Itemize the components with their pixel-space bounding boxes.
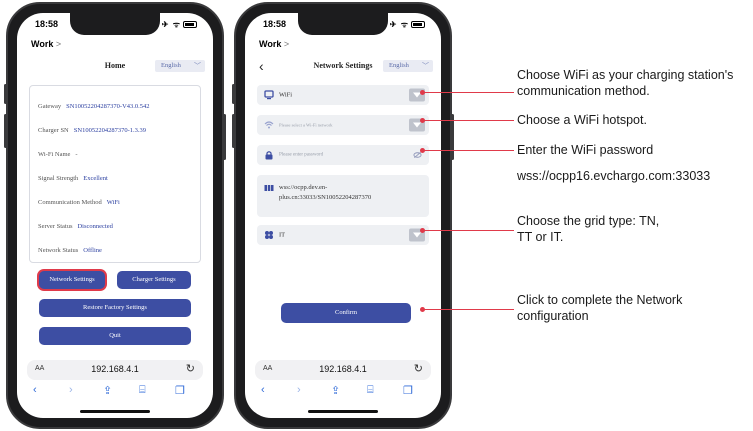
quit-button[interactable]: Quit: [39, 327, 191, 345]
home-screen: 18:58 ✈ ᯤ Work > Home English ﹀ Gateway SN…: [17, 13, 213, 418]
back-icon[interactable]: ‹: [261, 384, 265, 396]
annotation-line: [422, 92, 514, 93]
annotation-line: [422, 309, 514, 310]
wifi-network-select[interactable]: Please select a Wi-Fi network: [257, 115, 429, 135]
bookmarks-icon[interactable]: ⌸: [367, 384, 374, 397]
wifi-password-input[interactable]: Please enter password: [257, 145, 429, 165]
status-time: 18:58: [35, 19, 59, 29]
annotation-password: Enter the WiFi password: [517, 143, 654, 157]
annotation-comm-method: Choose WiFi as your charging station's c…: [517, 68, 734, 98]
comm-method-select[interactable]: WiFi: [257, 85, 429, 105]
browser-url-bar[interactable]: AA 192.168.4.1 ↻: [27, 360, 203, 380]
network-settings-button[interactable]: Network Settings: [39, 271, 105, 289]
reload-icon[interactable]: ↻: [414, 362, 423, 375]
bookmarks-icon[interactable]: ⌸: [139, 384, 146, 397]
battery-icon: [411, 21, 425, 29]
status-icons: ✈ ᯤ: [162, 19, 197, 30]
info-row-signal: Signal Strength Excellent: [38, 175, 108, 182]
server-url-field[interactable]: wss://ocpp.dev.en-plus.cn:33033/SN100522…: [257, 175, 429, 217]
breadcrumb[interactable]: Work >: [259, 39, 289, 49]
tabs-icon[interactable]: ❐: [175, 384, 185, 397]
monitor-icon: [264, 90, 274, 100]
phone-home: 18:58 ✈ ᯤ Work > Home English ﹀ Gateway SN…: [4, 2, 226, 429]
share-icon[interactable]: ⇪: [103, 384, 112, 397]
grid-type-select[interactable]: IT: [257, 225, 429, 245]
status-icons: ✈ ᯤ: [390, 19, 425, 30]
info-row-network-status: Network Status Offline: [38, 247, 102, 254]
charger-settings-button[interactable]: Charger Settings: [117, 271, 191, 289]
share-icon[interactable]: ⇪: [331, 384, 340, 397]
confirm-button[interactable]: Confirm: [281, 303, 411, 323]
forward-icon[interactable]: ›: [297, 384, 301, 396]
annotation-line: [422, 230, 514, 231]
restore-factory-button[interactable]: Restore Factory Settings: [39, 299, 191, 317]
annotation-grid: Choose the grid type: TN, TT or IT.: [517, 214, 660, 244]
phone-network: 18:58 ✈ ᯤ Work > ‹ Network Settings Engl…: [232, 2, 454, 429]
info-row-comm-method: Communication Method WiFi: [38, 199, 120, 206]
network-screen: 18:58 ✈ ᯤ Work > ‹ Network Settings Engl…: [245, 13, 441, 418]
info-row-charger-sn: Charger SN SN10052204287370-1.3.39: [38, 127, 146, 134]
browser-nav-bar: ‹ › ⇪ ⌸ ❐: [257, 384, 429, 402]
grid-type-icon: [265, 231, 273, 239]
chevron-down-icon: ﹀: [194, 62, 201, 70]
reload-icon[interactable]: ↻: [186, 362, 195, 375]
url-text: 192.168.4.1: [91, 364, 139, 374]
wifi-icon: [264, 121, 274, 129]
annotation-hotspot: Choose a WiFi hotspot.: [517, 113, 647, 127]
chevron-right-icon: >: [283, 39, 290, 49]
server-icon: [264, 185, 274, 191]
info-row-wifi-name: Wi-Fi Name -: [38, 151, 78, 158]
device-info-card: Gateway SN10052204287370-V43.0.542 Charge…: [29, 85, 201, 263]
browser-nav-bar: ‹ › ⇪ ⌸ ❐: [29, 384, 201, 402]
network-title-bar: ‹ Network Settings English ﹀: [253, 57, 433, 75]
annotation-line: [422, 120, 514, 121]
status-time: 18:58: [263, 19, 287, 29]
url-text: 192.168.4.1: [319, 364, 367, 374]
battery-icon: [183, 21, 197, 29]
tabs-icon[interactable]: ❐: [403, 384, 413, 397]
annotation-url: wss://ocpp16.evchargo.com:33033: [517, 169, 711, 183]
annotation-confirm: Click to complete the Network configurat…: [517, 293, 683, 323]
home-title-bar: Home English ﹀: [25, 57, 205, 75]
breadcrumb[interactable]: Work >: [31, 39, 61, 49]
info-row-server-status: Server Status Disconnected: [38, 223, 113, 230]
forward-icon[interactable]: ›: [69, 384, 73, 396]
chevron-down-icon: ﹀: [422, 62, 429, 70]
lock-icon: [265, 151, 273, 160]
chevron-right-icon: >: [55, 39, 62, 49]
info-row-gateway: Gateway SN10052204287370-V43.0.542: [38, 103, 150, 110]
home-indicator: [80, 410, 150, 413]
back-icon[interactable]: ‹: [33, 384, 37, 396]
home-indicator: [308, 410, 378, 413]
language-select[interactable]: English ﹀: [383, 60, 433, 72]
annotation-line: [422, 150, 514, 151]
language-select[interactable]: English ﹀: [155, 60, 205, 72]
browser-url-bar[interactable]: AA 192.168.4.1 ↻: [255, 360, 431, 380]
